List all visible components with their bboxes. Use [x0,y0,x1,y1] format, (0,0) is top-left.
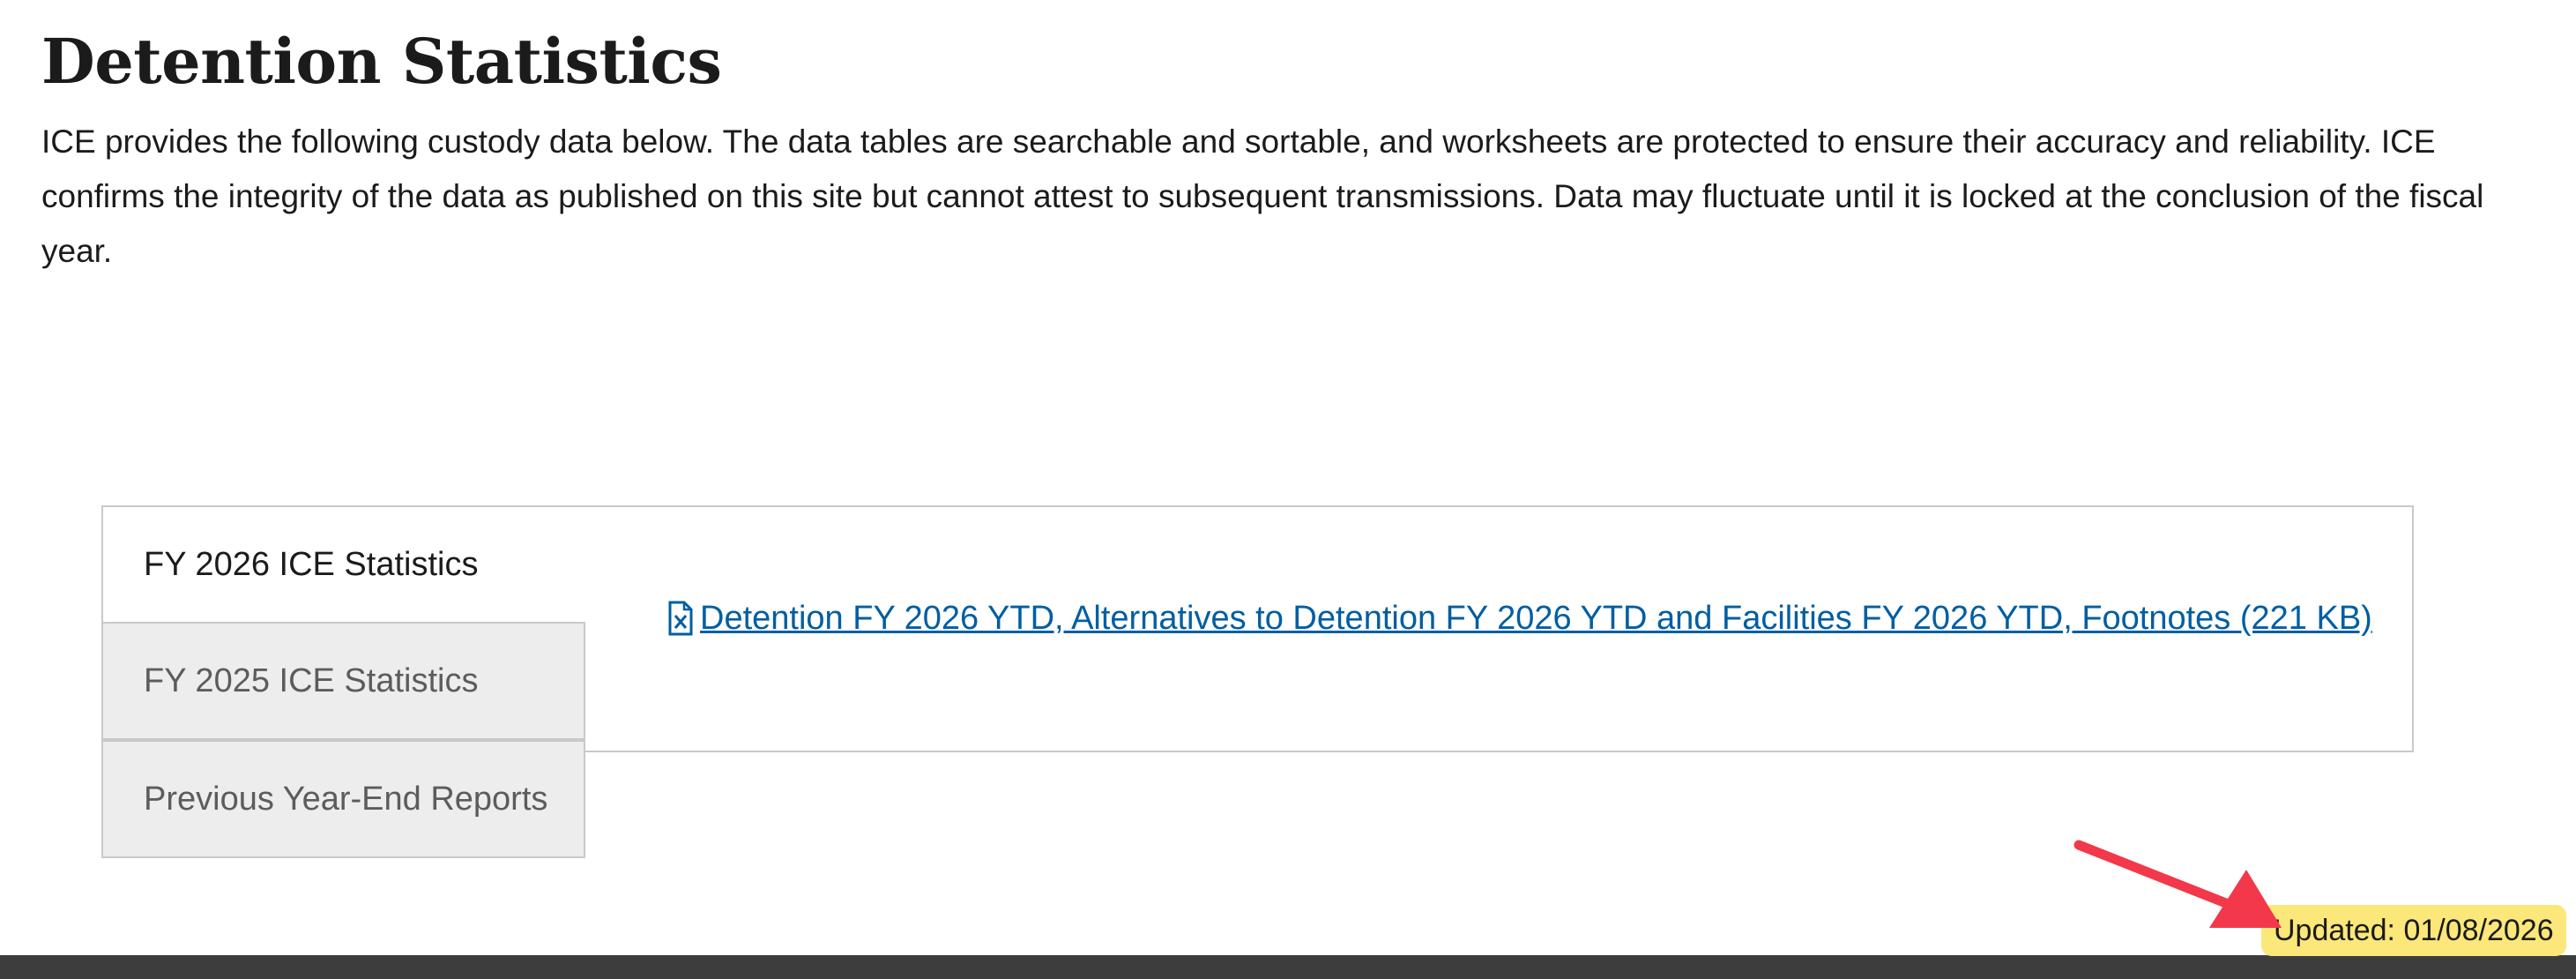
tab-label: Previous Year-End Reports [144,780,548,818]
download-link-text: Detention FY 2026 YTD, Alternatives to D… [700,600,2372,637]
tab-label: FY 2025 ICE Statistics [144,661,479,699]
detention-fy2026-download-link[interactable]: Detention FY 2026 YTD, Alternatives to D… [668,594,2372,643]
tab-fy2026-statistics[interactable]: FY 2026 ICE Statistics [103,507,584,622]
tab-fy2025-statistics[interactable]: FY 2025 ICE Statistics [101,622,585,740]
footer-bar [0,955,2576,979]
intro-paragraph: ICE provides the following custody data … [41,123,2484,269]
excel-file-icon [668,601,693,636]
tab-label: FY 2026 ICE Statistics [144,545,479,583]
annotation-arrow-icon [2073,840,2282,928]
page-title: Detention Statistics [41,25,722,98]
updated-date-badge: Updated: 01/08/2026 [2261,905,2566,956]
tab-previous-year-end-reports[interactable]: Previous Year-End Reports [101,740,585,858]
